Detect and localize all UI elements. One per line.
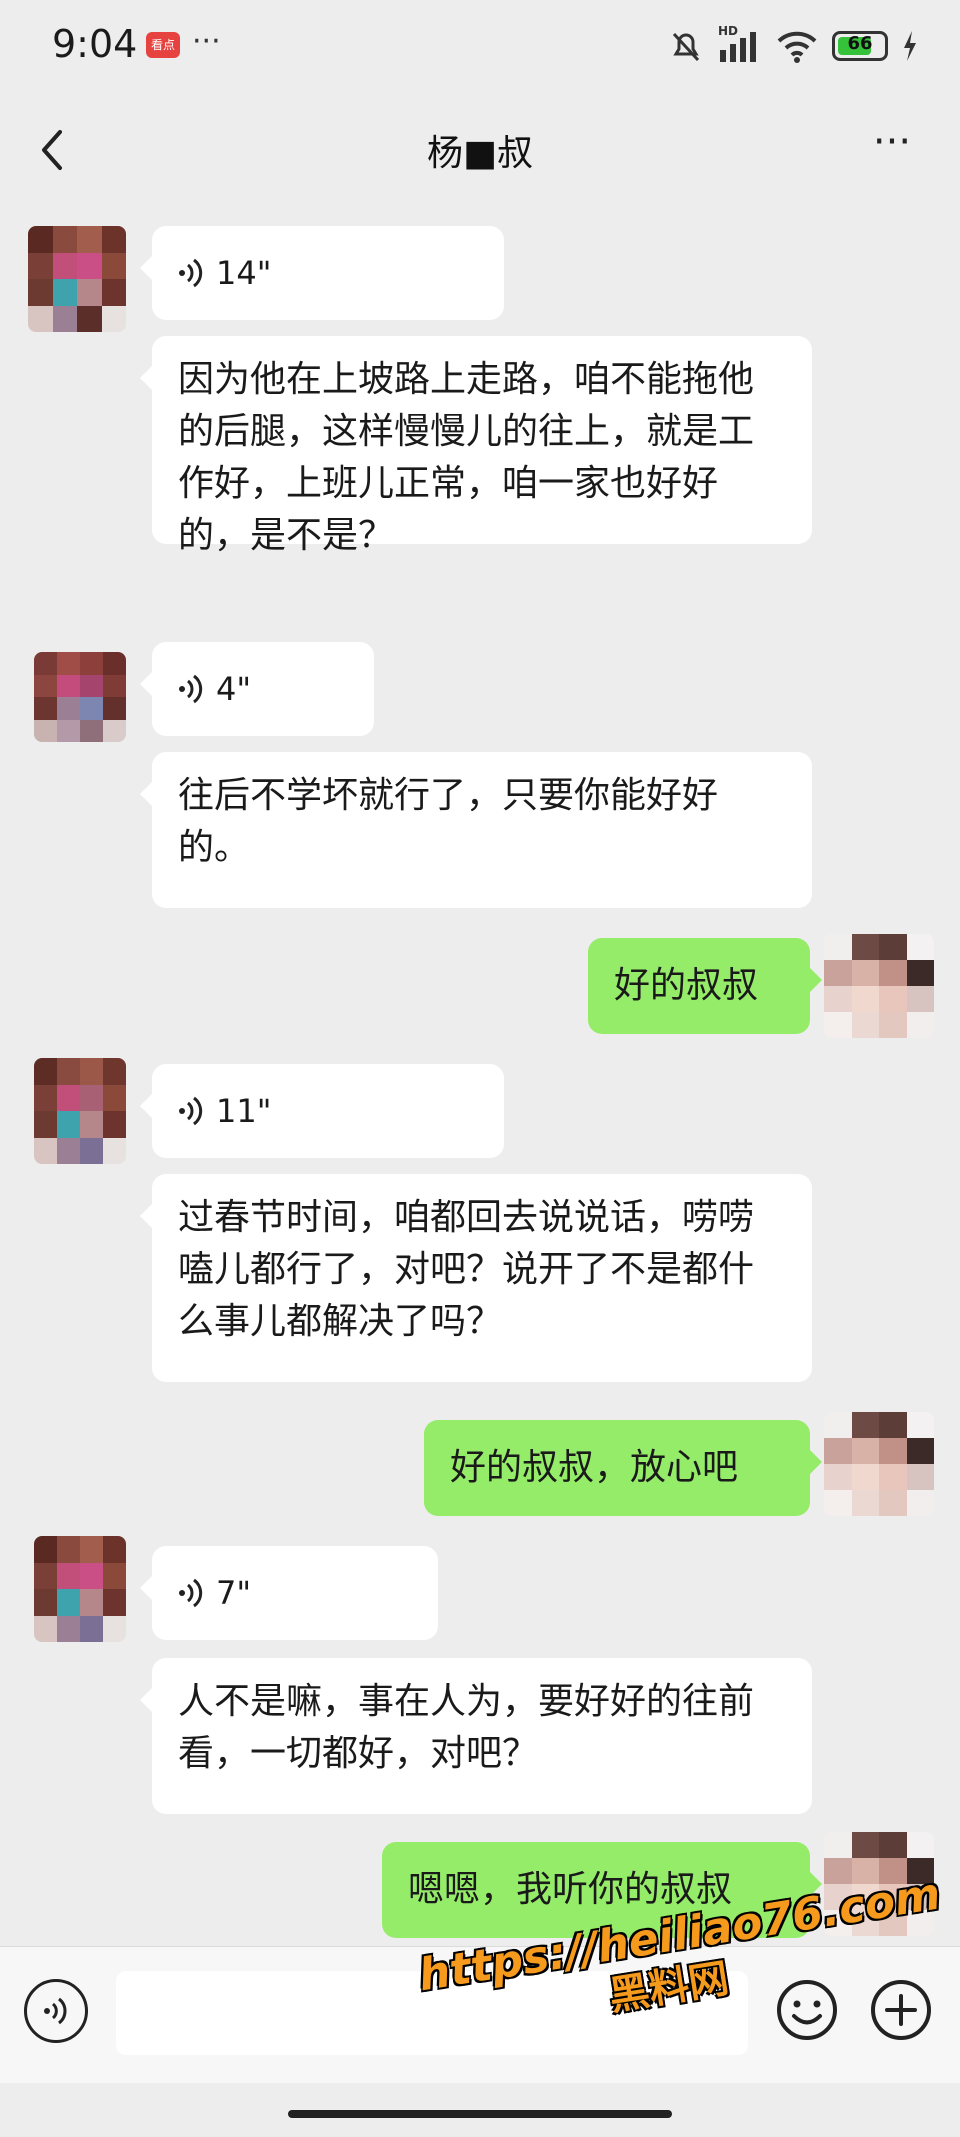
voice-wave-icon [179, 258, 203, 288]
charging-bolt-icon [904, 31, 916, 61]
my-avatar[interactable] [824, 934, 934, 1038]
voice-wave-icon [44, 1997, 67, 2025]
chat-header: 杨■叔 ··· [0, 96, 960, 206]
contact-avatar[interactable] [34, 652, 126, 742]
home-indicator[interactable] [288, 2110, 672, 2118]
voice-message[interactable]: 11" [140, 1064, 504, 1158]
voice-input-button[interactable] [24, 1979, 88, 2043]
voice-wave-icon [179, 674, 203, 704]
battery-icon: 66 [832, 31, 888, 61]
message-text: 因为他在上坡路上走路，咱不能拖他的后腿，这样慢慢儿的往上，就是工作好，上班儿正常… [178, 359, 755, 556]
status-bar: 9:04 看点 ··· HD 66 [0, 0, 960, 96]
mute-bell-icon [672, 32, 700, 62]
wifi-icon [777, 31, 817, 63]
text-message[interactable]: 往后不学坏就行了，只要你能好好的。 [140, 752, 812, 908]
message-text: 人不是嘛，事在人为，要好好的往前看，一切都好，对吧？ [178, 1681, 755, 1774]
contact-avatar[interactable] [34, 1058, 126, 1164]
contact-avatar[interactable] [28, 226, 126, 332]
app-notification-icon: 看点 [146, 32, 180, 58]
voice-duration: 7" [216, 1574, 252, 1612]
voice-message[interactable]: 7" [140, 1546, 438, 1640]
message-list[interactable]: 14" 因为他在上坡路上走路，咱不能拖他的后腿，这样慢慢儿的往上，就是工作好，上… [0, 206, 960, 1946]
status-icons: HD 66 [668, 24, 918, 64]
text-message[interactable]: 人不是嘛，事在人为，要好好的往前看，一切都好，对吧？ [140, 1658, 812, 1814]
battery-level: 66 [847, 33, 873, 54]
voice-duration: 14" [216, 254, 272, 292]
voice-duration: 11" [216, 1092, 272, 1130]
status-more-dots: ··· [192, 24, 221, 59]
message-text: 嗯嗯，我听你的叔叔 [408, 1869, 733, 1910]
text-message[interactable]: 因为他在上坡路上走路，咱不能拖他的后腿，这样慢慢儿的往上，就是工作好，上班儿正常… [140, 336, 812, 556]
plus-icon [871, 1980, 931, 2040]
text-message[interactable]: 好的叔叔 [588, 938, 822, 1034]
message-text: 过春节时间，咱都回去说说话，唠唠嗑儿都行了，对吧？说开了不是都什么事儿都解决了吗… [178, 1197, 755, 1342]
more-functions-button[interactable] [868, 1977, 934, 2043]
text-message[interactable]: 好的叔叔，放心吧 [424, 1420, 822, 1516]
message-text: 好的叔叔 [614, 965, 759, 1006]
chat-title: 杨■叔 [426, 133, 533, 174]
message-text: 往后不学坏就行了，只要你能好好的。 [178, 775, 719, 868]
voice-wave-icon [179, 1096, 203, 1126]
contact-avatar[interactable] [34, 1536, 126, 1642]
message-text: 好的叔叔，放心吧 [450, 1447, 739, 1488]
voice-message[interactable]: 4" [140, 642, 374, 736]
status-time: 9:04 [52, 22, 138, 66]
text-message[interactable]: 过春节时间，咱都回去说说话，唠唠嗑儿都行了，对吧？说开了不是都什么事儿都解决了吗… [140, 1174, 812, 1382]
voice-wave-icon [179, 1578, 203, 1608]
voice-duration: 4" [216, 670, 252, 708]
more-options-button[interactable]: ··· [862, 122, 922, 178]
signal-icon: HD [718, 24, 762, 64]
voice-message[interactable]: 14" [140, 226, 504, 320]
my-avatar[interactable] [824, 1412, 934, 1516]
